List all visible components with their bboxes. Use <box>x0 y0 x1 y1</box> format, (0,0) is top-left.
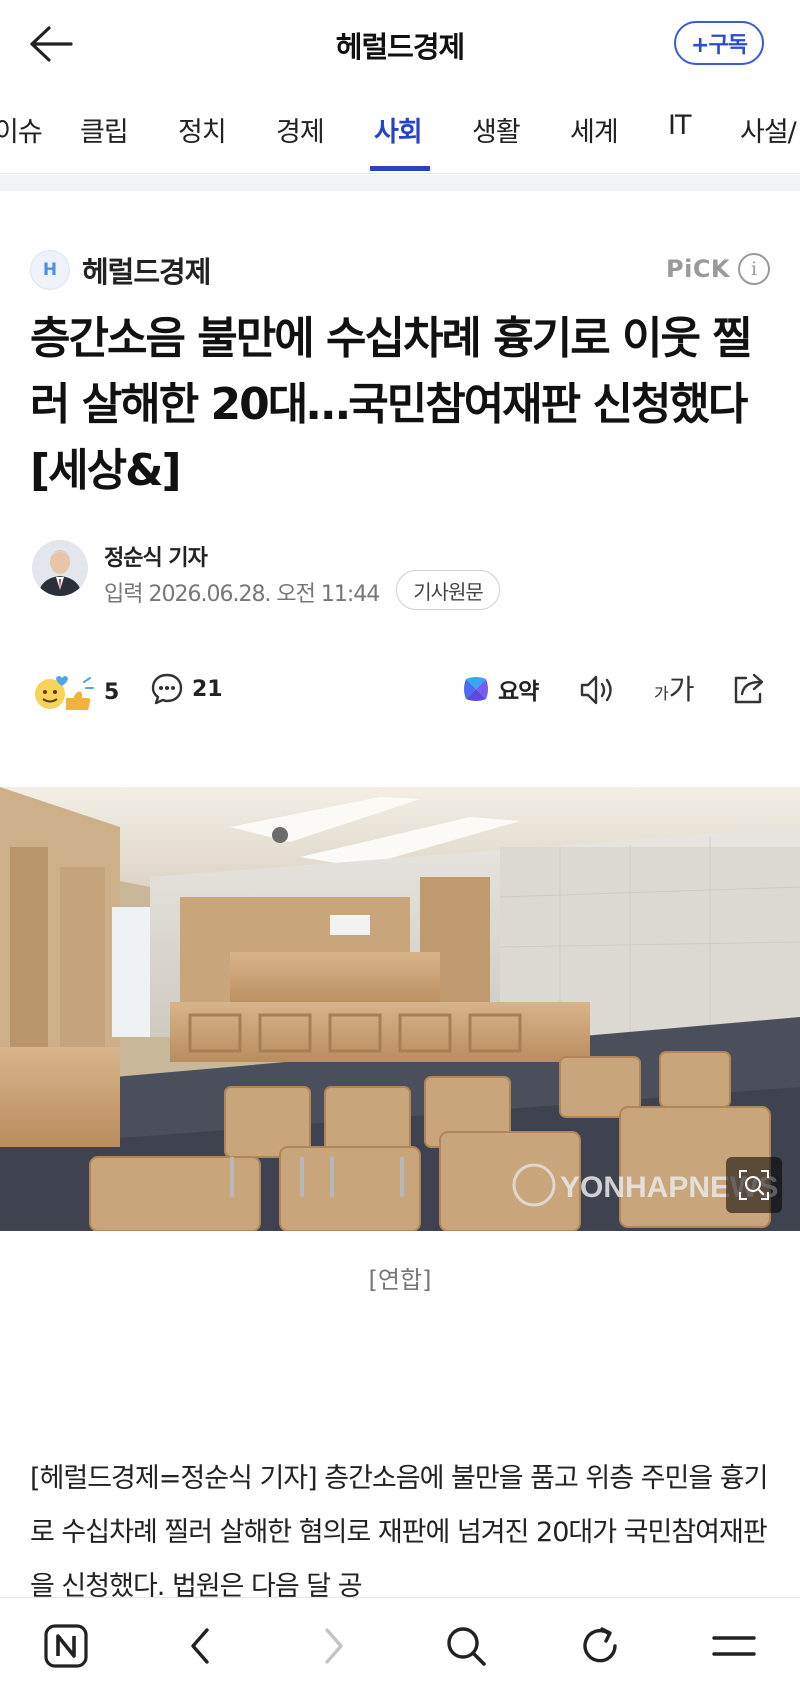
publish-date: 입력 2026.06.28. 오전 11:44 <box>104 582 380 607</box>
font-size-small-label: 가 <box>654 684 669 703</box>
reporter-name[interactable]: 정순식 기자 <box>104 540 208 572</box>
comment-button[interactable]: 21 <box>150 672 223 706</box>
share-icon[interactable] <box>730 670 768 710</box>
reaction-emoji-icon <box>35 676 94 710</box>
press-name[interactable]: 헤럴드경제 <box>82 249 211 291</box>
pick-badge: PiCK <box>666 255 731 283</box>
font-size-large-label: 가 <box>668 673 695 706</box>
article-actions: 5 21 요약 가가 <box>0 664 800 720</box>
article-body: [헤럴드경제=정순식 기자] 층간소음에 불만을 품고 위층 주민을 흉기로 수… <box>30 1463 768 1602</box>
naver-home-icon[interactable] <box>40 1620 92 1672</box>
zoom-icon[interactable] <box>726 1157 782 1213</box>
section-divider <box>0 175 800 191</box>
search-icon[interactable] <box>440 1620 492 1672</box>
speaker-icon[interactable] <box>578 672 616 712</box>
tab-it[interactable]: IT <box>668 110 691 141</box>
subscribe-button[interactable]: +구독 <box>674 21 764 65</box>
font-size-button[interactable]: 가가 <box>654 668 695 708</box>
summary-label: 요약 <box>498 679 539 705</box>
nav-forward-icon[interactable] <box>308 1620 360 1672</box>
reaction-button[interactable]: 5 <box>32 672 119 712</box>
tab-society[interactable]: 사회 <box>374 110 423 149</box>
top-bar: 헤럴드경제 +구독 <box>0 0 800 90</box>
photo-caption: [연합] <box>368 1266 432 1294</box>
courtroom-image: YONHAPNEWS <box>0 787 800 1231</box>
refresh-icon[interactable] <box>574 1620 626 1672</box>
tab-politics[interactable]: 정치 <box>178 110 227 149</box>
tab-editorial[interactable]: 사설/ <box>740 110 797 149</box>
summary-button[interactable]: 요약 <box>462 672 539 706</box>
tab-issue[interactable]: 이슈 <box>0 110 43 149</box>
article-photo[interactable]: YONHAPNEWS <box>0 787 800 1231</box>
article-headline: 층간소음 불만에 수십차례 흉기로 이웃 찔러 살해한 20대…국민참여재판 신… <box>30 313 753 496</box>
ai-summary-icon <box>464 677 488 701</box>
tab-life[interactable]: 생활 <box>472 110 521 149</box>
press-logo[interactable]: H <box>30 250 70 290</box>
nav-back-icon[interactable] <box>174 1620 226 1672</box>
tab-world[interactable]: 세계 <box>570 110 619 149</box>
active-tab-indicator <box>370 166 430 171</box>
comment-count: 21 <box>192 676 223 702</box>
menu-icon[interactable] <box>708 1620 760 1672</box>
bottom-navigation <box>0 1597 800 1693</box>
tab-economy[interactable]: 경제 <box>276 110 325 149</box>
category-tabs: 이슈 클립 정치 경제 사회 생활 세계 IT 사설/ <box>0 96 800 174</box>
info-icon[interactable]: i <box>738 253 770 285</box>
original-article-button[interactable]: 기사원문 <box>396 570 500 610</box>
comment-icon <box>151 673 183 705</box>
reporter-avatar[interactable] <box>32 540 88 596</box>
reaction-count: 5 <box>104 679 120 705</box>
tab-clip[interactable]: 클립 <box>80 110 129 149</box>
